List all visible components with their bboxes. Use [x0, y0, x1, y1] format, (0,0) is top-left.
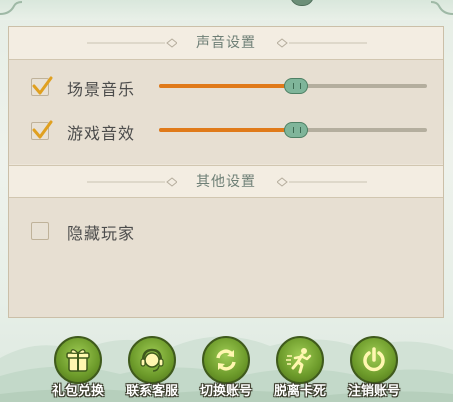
contact-support-button[interactable]: 联系客服 [120, 336, 184, 399]
scene-music-slider-handle[interactable] [284, 78, 308, 94]
header-ornament-right [277, 177, 367, 187]
gift-redeem-label: 礼包兑换 [51, 384, 104, 399]
top-strip [0, 0, 453, 20]
scene-music-slider[interactable] [159, 78, 427, 94]
switch-account-button[interactable]: 切换账号 [194, 336, 258, 399]
corner-ornament [0, 1, 23, 15]
unstuck-label: 脱离卡死 [273, 384, 326, 399]
switch-icon [216, 349, 236, 371]
delete-account-button[interactable]: 注销账号 [342, 336, 406, 399]
unstuck-button[interactable]: 脱离卡死 [268, 336, 332, 399]
switch-account-label: 切换账号 [199, 384, 252, 399]
power-icon [363, 347, 385, 372]
gift-redeem-circle [54, 336, 102, 384]
scene-music-checkbox[interactable] [31, 76, 53, 96]
gift-redeem-button[interactable]: 礼包兑换 [46, 336, 110, 399]
switch-account-circle [202, 336, 250, 384]
corner-ornament [430, 1, 453, 15]
game-sfx-slider[interactable] [159, 122, 427, 138]
other-settings-header: 其他设置 [9, 165, 443, 198]
headset-icon [140, 348, 164, 372]
sound-settings-rows: 场景音乐 游戏音效 [9, 60, 443, 164]
delete-account-circle [350, 336, 398, 384]
game-sfx-checkbox[interactable] [31, 120, 53, 140]
checkmark-icon [32, 120, 53, 139]
hide-players-label: 隐藏玩家 [67, 224, 136, 243]
scene-music-label: 场景音乐 [67, 80, 136, 99]
game-sfx-label: 游戏音效 [67, 124, 136, 143]
other-settings-title: 其他设置 [196, 174, 256, 190]
running-man-icon [286, 348, 312, 374]
top-knob [290, 0, 314, 6]
gift-icon [66, 349, 90, 372]
delete-account-label: 注销账号 [347, 384, 400, 399]
sound-settings-header: 声音设置 [9, 27, 443, 60]
contact-support-label: 联系客服 [125, 384, 178, 399]
game-sfx-slider-fill [159, 128, 296, 132]
checkmark-icon [32, 76, 53, 95]
settings-panel: 声音设置 场景音乐 游戏音效 其他设置 隐藏玩家 [8, 26, 444, 318]
game-sfx-slider-handle[interactable] [284, 122, 308, 138]
sound-settings-title: 声音设置 [196, 35, 256, 51]
unstuck-circle [276, 336, 324, 384]
header-ornament-right [277, 38, 367, 48]
other-settings-rows: 隐藏玩家 [9, 198, 443, 317]
scene-music-slider-fill [159, 84, 296, 88]
hide-players-checkbox[interactable] [31, 222, 49, 240]
contact-support-circle [128, 336, 176, 384]
